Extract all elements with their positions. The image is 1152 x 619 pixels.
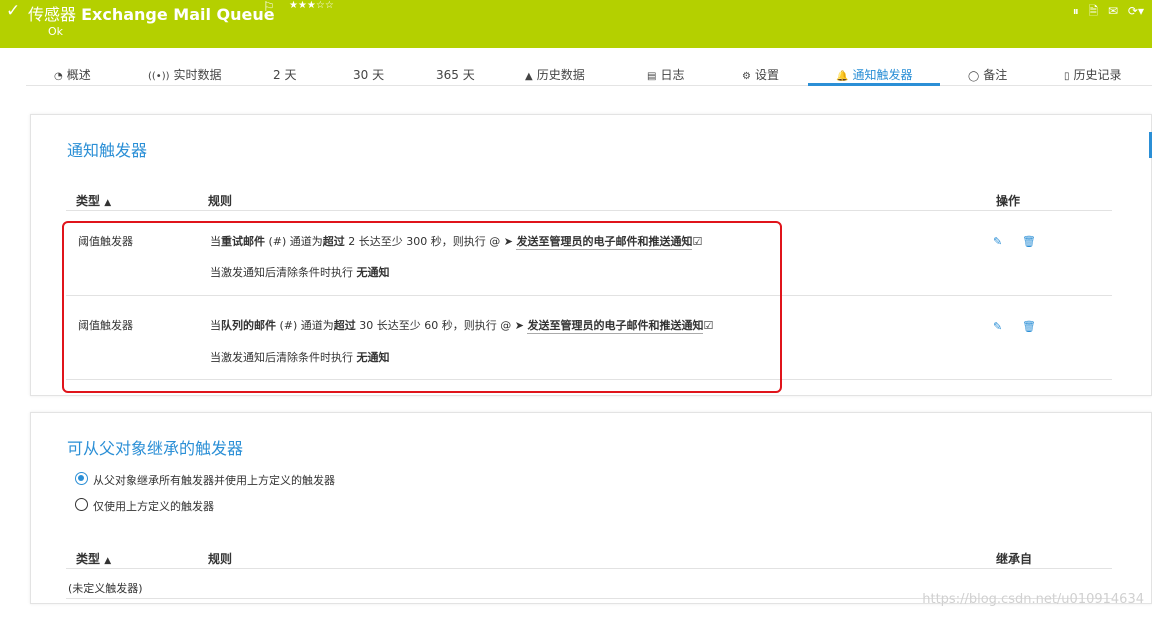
- bell-icon: 🔔: [836, 71, 849, 82]
- inherit-all-radio[interactable]: [75, 472, 88, 485]
- delete-trash-icon[interactable]: 🗑: [1022, 320, 1036, 333]
- inherit-all-label[interactable]: 从父对象继承所有触发器并使用上方定义的触发器: [93, 472, 335, 488]
- tab-label: 365 天: [436, 68, 475, 82]
- title-prefix: 传感器: [28, 5, 77, 24]
- triggers-title: 通知触发器: [67, 141, 148, 160]
- sort-asc-icon: ▲: [104, 556, 112, 566]
- tab-2-days[interactable]: 2 天: [273, 66, 296, 83]
- inherit-col-type-header[interactable]: 类型 ▲: [76, 550, 111, 567]
- edit-pencil-icon[interactable]: ✎: [993, 235, 1002, 248]
- tab-label: 通知触发器: [852, 68, 913, 82]
- tab-label: 概述: [66, 68, 91, 82]
- header-divider: [66, 568, 1112, 569]
- flag-icon[interactable]: ⚐: [263, 0, 275, 15]
- signal-icon: ((•)): [148, 71, 170, 82]
- tab-365-days[interactable]: 365 天: [436, 66, 475, 83]
- edit-pencil-icon[interactable]: ✎: [993, 320, 1002, 333]
- col-type-header[interactable]: 类型 ▲: [76, 192, 111, 209]
- history-icon: ▯: [1064, 71, 1070, 82]
- area-chart-icon: ▲: [525, 71, 533, 82]
- tab-label: 2 天: [273, 68, 297, 82]
- sensor-title: 传感器 Exchange Mail Queue: [28, 1, 275, 25]
- tab-history[interactable]: ▯ 历史记录: [1064, 66, 1122, 83]
- report-icon[interactable]: 🗎: [1089, 4, 1099, 18]
- col-type-label: 类型: [76, 194, 101, 208]
- tab-label: 历史数据: [536, 68, 585, 82]
- tab-label: 30 天: [353, 68, 385, 82]
- only-defined-label[interactable]: 仅使用上方定义的触发器: [93, 498, 214, 514]
- header-controls: ⏸ 🗎 ✉ ⟳▾: [1067, 2, 1144, 23]
- sensor-header: ✓ 传感器 Exchange Mail Queue ⚐ ★★★☆☆ Ok ⏸ 🗎…: [0, 0, 1152, 48]
- comment-icon: ◯: [968, 71, 980, 82]
- status-text: Ok: [48, 25, 64, 38]
- tab-label: 实时数据: [173, 68, 222, 82]
- highlight-box: [62, 221, 782, 393]
- pause-icon[interactable]: ⏸: [1073, 4, 1079, 18]
- inherit-title: 可从父对象继承的触发器: [67, 439, 244, 458]
- tab-historic-data[interactable]: ▲ 历史数据: [525, 66, 585, 83]
- inherit-col-from-header: 继承自: [996, 552, 1033, 566]
- tab-notification-triggers[interactable]: 🔔 通知触发器: [836, 66, 912, 83]
- tab-settings[interactable]: ⚙ 设置: [742, 66, 779, 83]
- tab-live-data[interactable]: ((•)) 实时数据: [148, 66, 222, 83]
- tab-30-days[interactable]: 30 天: [353, 66, 384, 83]
- empty-triggers-text: (未定义触发器): [68, 582, 143, 595]
- mail-icon[interactable]: ✉: [1108, 4, 1118, 18]
- delete-trash-icon[interactable]: 🗑: [1022, 235, 1036, 248]
- log-icon: ▤: [647, 71, 657, 82]
- col-rule-header: 规则: [208, 194, 233, 208]
- only-defined-radio[interactable]: [75, 498, 88, 511]
- inherit-col-rule-header: 规则: [208, 552, 233, 566]
- sort-asc-icon: ▲: [104, 198, 112, 208]
- tab-overview[interactable]: ◔ 概述: [54, 66, 91, 83]
- active-tab-indicator: [808, 83, 940, 86]
- sensor-name: Exchange Mail Queue: [81, 5, 275, 24]
- col-type-label: 类型: [76, 552, 101, 566]
- refresh-icon[interactable]: ⟳▾: [1128, 4, 1144, 18]
- tab-label: 设置: [754, 68, 779, 82]
- tab-comments[interactable]: ◯ 备注: [968, 66, 1007, 83]
- tab-label: 备注: [983, 68, 1008, 82]
- gauge-icon: ◔: [54, 71, 63, 82]
- watermark: https://blog.csdn.net/u010914634: [922, 592, 1144, 607]
- tab-label: 历史记录: [1073, 68, 1122, 82]
- tab-log[interactable]: ▤ 日志: [647, 66, 684, 83]
- tab-bar: ◔ 概述 ((•)) 实时数据 2 天 30 天 365 天 ▲ 历史数据 ▤ 日志 ⚙…: [26, 62, 1152, 86]
- header-divider: [66, 210, 1112, 211]
- tab-label: 日志: [660, 68, 685, 82]
- col-action-header: 操作: [996, 194, 1021, 208]
- priority-stars[interactable]: ★★★☆☆: [289, 0, 334, 11]
- gear-icon: ⚙: [742, 71, 751, 82]
- check-icon: ✓: [6, 1, 21, 21]
